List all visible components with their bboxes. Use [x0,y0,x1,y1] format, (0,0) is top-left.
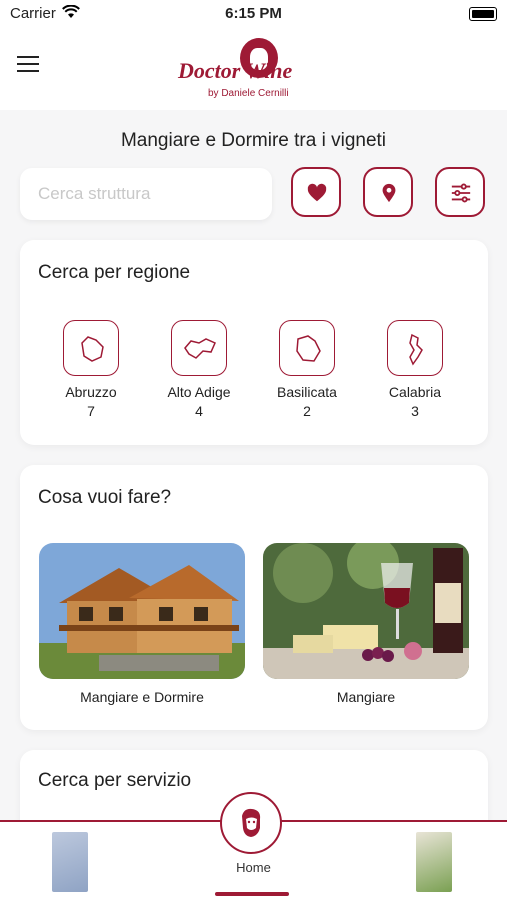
favorites-button[interactable] [291,167,341,217]
region-count: 3 [411,403,419,419]
wooden-lodge-photo [39,543,245,679]
abruzzo-map-icon [81,336,104,362]
region-basilicata[interactable]: Basilicata 2 [252,320,362,419]
activity-label: Mangiare e Dormire [80,689,204,705]
filters-button[interactable] [435,167,485,217]
activity-label: Mangiare [336,689,396,705]
heart-icon [307,183,327,202]
regions-card: Cerca per regione Abruzzo 7 Alto Adige 4… [20,240,488,445]
regions-title: Cerca per regione [38,262,191,283]
search-input[interactable]: Cerca struttura [20,168,272,220]
guide-book-icon[interactable] [416,832,452,892]
region-name: Abruzzo [65,384,117,400]
alto-adige-map-icon [184,338,216,359]
region-abruzzo[interactable]: Abruzzo 7 [36,320,146,419]
search-placeholder: Cerca struttura [38,184,151,203]
services-title: Cerca per servizio [38,770,192,791]
region-name: Alto Adige [167,384,231,400]
doctor-wine-logo: Doctor Wine by Daniele Cernilli [178,34,338,104]
region-count: 2 [303,403,311,419]
app-header: Doctor Wine by Daniele Cernilli [0,28,507,110]
region-name: Basilicata [277,384,337,400]
doctor-wine-face-icon [242,808,261,837]
map-button[interactable] [363,167,413,217]
sliders-icon [451,183,471,203]
active-tab-indicator [215,892,289,896]
status-time: 6:15 PM [225,5,282,22]
activity-mangiare-e-dormire[interactable]: Mangiare e Dormire [39,543,245,705]
region-count: 7 [87,403,95,419]
region-count: 4 [195,403,203,419]
logo-brand-text: Doctor Wine [178,58,293,83]
status-bar: Carrier 6:15 PM [0,0,507,28]
wine-cheese-photo [263,543,469,679]
activity-mangiare[interactable]: Mangiare [263,543,469,705]
basilicata-map-icon [296,335,321,362]
region-alto-adige[interactable]: Alto Adige 4 [144,320,254,419]
tab-bar: Home [0,792,507,902]
calabria-map-icon [409,333,423,366]
activities-title: Cosa vuoi fare? [38,487,172,508]
activities-card: Cosa vuoi fare? Mangiare e Dormire Mangi… [20,465,488,730]
logo-byline: by Daniele Cernilli [208,88,289,99]
home-tab[interactable] [220,792,282,854]
page-subtitle: Mangiare e Dormire tra i vigneti [120,130,387,151]
hamburger-icon[interactable] [17,56,39,72]
region-name: Calabria [388,384,442,400]
battery-icon [469,7,497,21]
location-pin-icon [382,183,396,203]
region-calabria[interactable]: Calabria 3 [360,320,470,419]
